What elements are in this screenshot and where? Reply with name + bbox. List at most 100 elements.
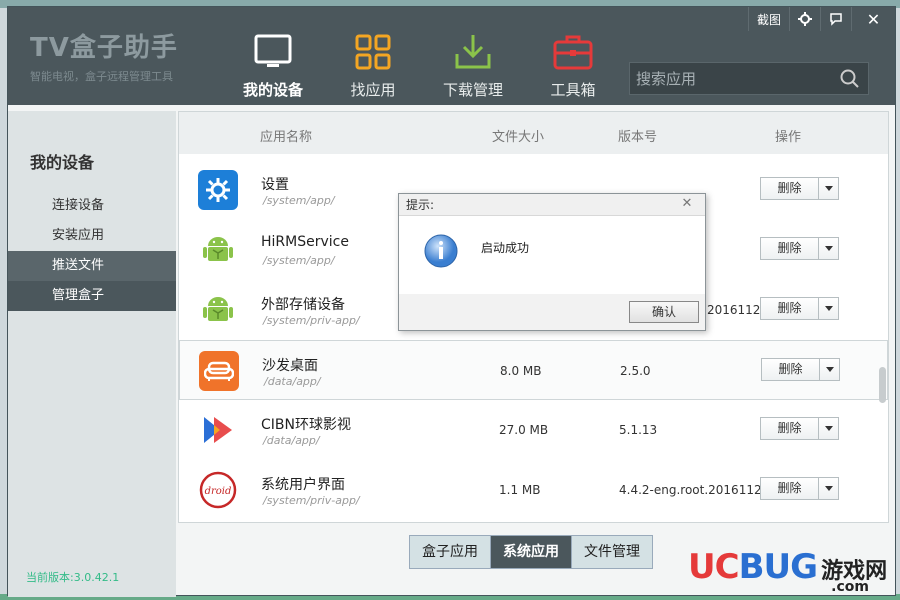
app-name: CIBN环球影视: [261, 417, 351, 433]
app-path: /system/priv-app/: [263, 314, 360, 327]
sidebar-item-install[interactable]: 安装应用: [8, 221, 176, 251]
nav-find-apps[interactable]: 找应用: [323, 31, 423, 100]
app-size: 8.0 MB: [500, 364, 542, 378]
android-icon: [198, 290, 238, 330]
watermark-logo: UCBUG 游戏网 .com: [688, 547, 893, 597]
delete-dropdown-button[interactable]: 删除: [761, 358, 840, 381]
scrollbar-thumb[interactable]: [879, 367, 886, 403]
delete-label[interactable]: 删除: [761, 478, 819, 499]
version-label: 当前版本:3.0.42.1: [26, 571, 120, 584]
sidebar: 我的设备 连接设备 安装应用 推送文件 管理盒子 当前版本:3.0.42.1: [8, 111, 176, 597]
android-badge-icon: droid: [198, 470, 238, 510]
tab-system-apps[interactable]: 系统应用: [491, 536, 572, 568]
download-icon: [452, 31, 494, 73]
cibn-play-icon: [198, 410, 238, 450]
nav-my-devices[interactable]: 我的设备: [223, 31, 323, 100]
info-icon: [423, 233, 459, 273]
app-path: /data/app/: [263, 434, 320, 447]
chevron-down-icon[interactable]: [819, 238, 838, 259]
chevron-down-icon[interactable]: [819, 418, 838, 439]
chevron-down-icon[interactable]: [819, 178, 838, 199]
col-version-header: 版本号: [618, 130, 658, 145]
col-name-header: 应用名称: [260, 130, 313, 145]
close-icon[interactable]: ✕: [677, 196, 697, 212]
table-row[interactable]: CIBN环球影视 /data/app/ 27.0 MB 5.1.13 删除: [179, 400, 888, 460]
chevron-down-icon[interactable]: [819, 298, 838, 319]
app-path: /system/priv-app/: [263, 494, 360, 507]
app-name: 系统用户界面: [261, 477, 345, 493]
app-size: 27.0 MB: [499, 423, 549, 437]
col-size-header: 文件大小: [492, 130, 545, 145]
delete-label[interactable]: 删除: [762, 359, 820, 380]
delete-dropdown-button[interactable]: 删除: [760, 237, 839, 260]
delete-dropdown-button[interactable]: 删除: [760, 177, 839, 200]
app-version: 2.5.0: [620, 364, 651, 378]
main-nav: 我的设备 找应用 下载管理 工具箱: [223, 31, 623, 100]
toolbox-icon: [552, 31, 594, 73]
feedback-icon[interactable]: [820, 7, 851, 31]
chevron-down-icon[interactable]: [820, 359, 839, 380]
gear-icon[interactable]: [789, 7, 820, 31]
chevron-down-icon[interactable]: [819, 478, 838, 499]
app-path: /system/app/: [263, 254, 335, 267]
android-icon: [198, 230, 238, 270]
watermark-brand: UCBUG: [688, 547, 818, 587]
svg-text:droid: droid: [205, 486, 232, 497]
delete-label[interactable]: 删除: [761, 178, 819, 199]
nav-label: 我的设备: [242, 81, 303, 99]
confirm-button[interactable]: 确认: [629, 301, 699, 323]
col-action-header: 操作: [775, 130, 802, 145]
tv-icon: [252, 31, 294, 73]
table-row-selected[interactable]: 沙发桌面 /data/app/ 8.0 MB 2.5.0 删除: [179, 340, 888, 400]
watermark-brand-b: BUG: [738, 547, 818, 587]
delete-dropdown-button[interactable]: 删除: [760, 417, 839, 440]
dialog-title: 提示:: [399, 194, 705, 216]
nav-toolbox[interactable]: 工具箱: [523, 31, 623, 100]
app-name: 沙发桌面: [262, 358, 318, 374]
logo-title: TV盒子助手: [30, 33, 178, 63]
nav-label: 找应用: [350, 81, 396, 99]
search-input[interactable]: [630, 63, 830, 94]
app-path: /data/app/: [264, 375, 321, 388]
app-path: /system/app/: [263, 194, 335, 207]
search-box: [629, 62, 869, 95]
dialog-message: 启动成功: [481, 241, 530, 255]
watermark-brand-u: UC: [688, 547, 740, 587]
search-icon[interactable]: [840, 69, 860, 93]
sidebar-item-connect[interactable]: 连接设备: [8, 191, 176, 221]
grid-apps-icon: [352, 31, 394, 73]
app-name: HiRMService: [261, 234, 349, 250]
nav-label: 工具箱: [550, 81, 596, 99]
app-logo: TV盒子助手 智能电视，盒子远程管理工具: [30, 27, 178, 84]
nav-label: 下载管理: [442, 81, 503, 99]
category-tabs: 盒子应用 系统应用 文件管理: [409, 535, 653, 569]
app-size: 1.1 MB: [499, 483, 541, 497]
sidebar-item-manage-box[interactable]: 管理盒子: [8, 281, 176, 311]
delete-dropdown-button[interactable]: 删除: [760, 297, 839, 320]
delete-label[interactable]: 删除: [761, 418, 819, 439]
app-version: 4.4.2-eng.root.20161121...: [619, 483, 781, 497]
delete-dropdown-button[interactable]: 删除: [760, 477, 839, 500]
close-button[interactable]: ✕: [851, 7, 895, 31]
sidebar-item-push-file[interactable]: 推送文件: [8, 251, 176, 281]
alert-dialog: 提示: ✕ 启动成功 确认: [398, 193, 706, 331]
sidebar-title: 我的设备: [30, 153, 95, 172]
sofa-icon: [199, 351, 239, 391]
tab-file-manager[interactable]: 文件管理: [572, 536, 652, 568]
screenshot-button[interactable]: 截图: [747, 7, 789, 31]
header-bar: TV盒子助手 智能电视，盒子远程管理工具 我的设备 找应用 下载管理 工具箱 搜…: [8, 7, 895, 105]
logo-subtitle: 智能电视，盒子远程管理工具: [30, 70, 173, 83]
delete-label[interactable]: 删除: [761, 238, 819, 259]
app-name: 设置: [261, 177, 289, 193]
tab-box-apps[interactable]: 盒子应用: [410, 536, 491, 568]
app-name: 外部存储设备: [261, 297, 345, 313]
settings-gear-icon: [198, 170, 238, 210]
dialog-body: 启动成功: [399, 216, 705, 294]
app-window: TV盒子助手 智能电视，盒子远程管理工具 我的设备 找应用 下载管理 工具箱 搜…: [7, 6, 896, 597]
app-version: 5.1.13: [619, 423, 658, 437]
nav-download-manager[interactable]: 下载管理: [423, 31, 523, 100]
window-controls: 截图 ✕: [747, 7, 895, 31]
table-header: 应用名称 文件大小 版本号 操作: [179, 112, 888, 154]
delete-label[interactable]: 删除: [761, 298, 819, 319]
table-row[interactable]: droid 系统用户界面 /system/priv-app/ 1.1 MB 4.…: [179, 460, 888, 520]
